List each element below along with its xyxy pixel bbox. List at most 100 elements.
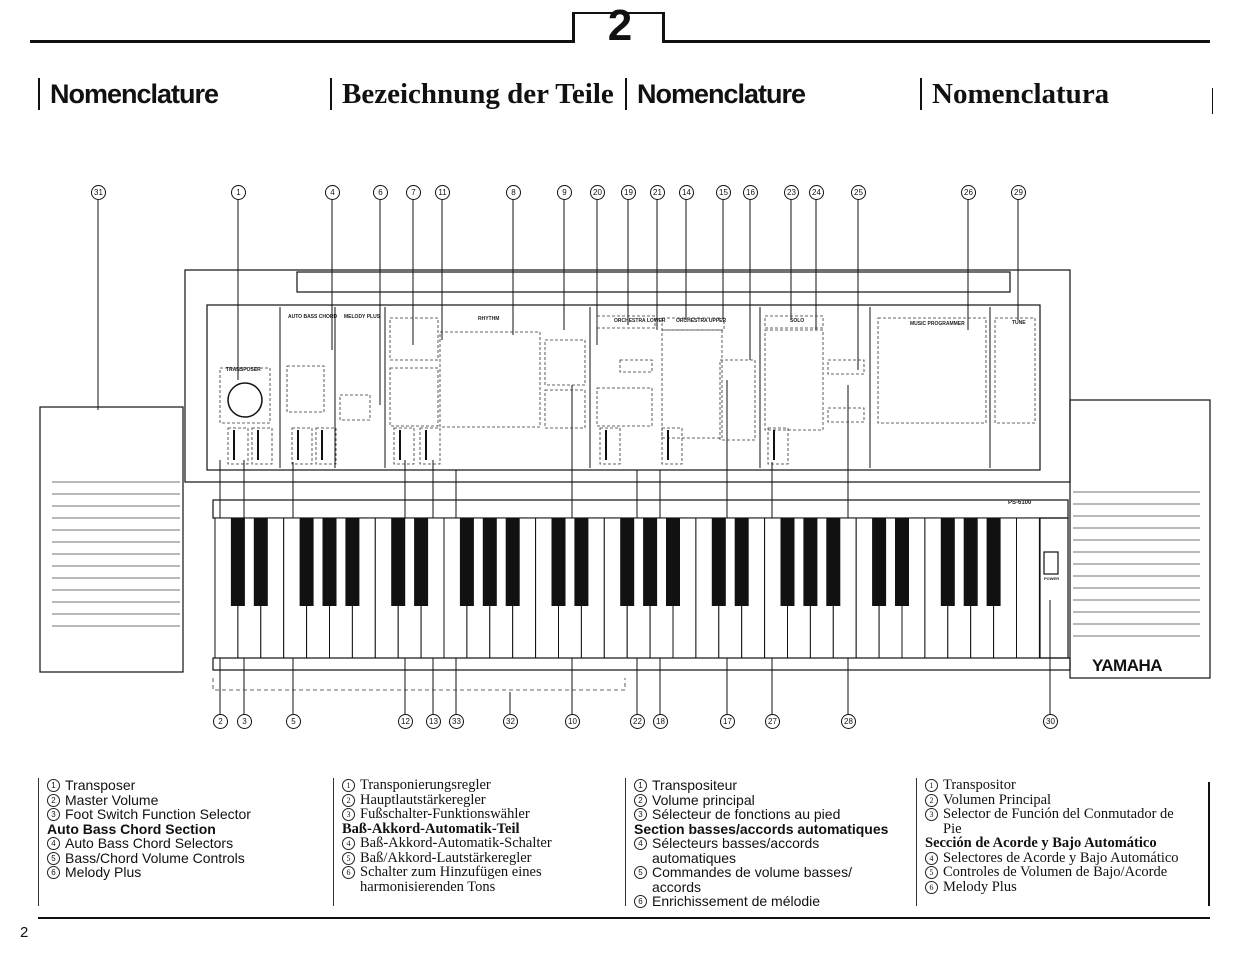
column-spanish: 1 Transpositor 2 Volumen Principal 3 Selector… [916,778,1210,906]
item-label: Selector de Función del Conmutador de Pi… [943,806,1174,837]
callout-number: 28 [841,714,856,729]
slider-control [227,427,249,465]
legend-item: 6 Enrichissement de mélodie [634,894,914,909]
legend-item: 1 Transpositeur [634,778,914,793]
manual-page: 2 Nomenclature Bezeichnung der Teile Nom… [0,0,1255,954]
label-auto-bass-chord: AUTO BASS CHORD [288,314,338,320]
callout-number: 1 [231,185,246,200]
legend-item: 6 Melody Plus [47,865,327,880]
item-label: Sélecteur de fonctions au pied [652,806,841,822]
button-group [596,387,653,427]
black-key [322,518,337,606]
callout-number: 30 [1043,714,1058,729]
slider-control [393,427,415,465]
callout-number: 15 [716,185,731,200]
item-label: Transposer [65,777,136,793]
button-group [994,317,1036,424]
black-key [505,518,520,606]
item-label: Transponierungsregler [360,777,491,793]
keyboard-diagram [39,199,1211,714]
label-orchestra-lower: ORCHESTRA LOWER [614,318,666,324]
item-number-badge: 1 [634,779,647,792]
item-number-badge: 5 [925,866,938,879]
callout-number: 5 [286,714,301,729]
item-number-badge: 5 [342,851,355,865]
button-group [827,407,865,423]
callout-number: 26 [961,185,976,200]
callout-number: 18 [653,714,668,729]
slider-control [599,427,621,465]
item-label: Selectores de Acorde y Bajo Automático [943,849,1179,866]
legend-item: 4 Baß-Akkord-Automatik-Schalter [342,836,622,851]
callout-number: 31 [91,185,106,200]
item-number-badge: 4 [47,837,60,850]
item-number-badge: 6 [47,866,60,879]
black-key [482,518,497,606]
button-group [286,365,325,413]
callout-number: 19 [621,185,636,200]
black-key [551,518,566,606]
item-label: Foot Switch Function Selector [65,806,251,822]
callout-number: 23 [784,185,799,200]
callout-number: 12 [398,714,413,729]
item-number-badge: 6 [634,895,647,908]
button-group [439,331,541,428]
item-number-badge: 4 [634,837,647,850]
left-speaker [39,406,184,673]
button-group [764,329,824,431]
black-key [940,518,955,606]
item-number-badge: 1 [47,779,60,792]
callout-number: 16 [743,185,758,200]
item-number-badge: 2 [634,793,647,807]
item-label: Sélecteurs basses/accords automatiques [652,835,820,866]
callout-number: 4 [325,185,340,200]
label-orchestra-upper: ORCHESTRA UPPER [676,318,727,324]
callout-number: 25 [851,185,866,200]
item-number-badge: 3 [342,808,355,821]
item-label: Melody Plus [65,864,142,880]
button-group [661,329,723,439]
legend-item: 5 Bass/Chord Volume Controls [47,849,327,866]
legend-item: 3 Foot Switch Function Selector [47,807,327,822]
legend-item: 3 Fußschalter-Funktionswähler [342,807,622,822]
item-number-badge: 5 [634,866,647,879]
footer-rule [38,917,1210,919]
label-rhythm: RHYTHM [478,316,500,322]
label-music-programmer: MUSIC PROGRAMMER [910,321,965,327]
item-label: Auto Bass Chord Selectors [65,835,234,851]
button-group [219,367,271,424]
column-end-bar [1208,782,1210,906]
callout-number: 20 [590,185,605,200]
callout-number: 13 [426,714,441,729]
item-number-badge: 6 [342,866,355,879]
callout-number: 21 [650,185,665,200]
button-group [544,339,586,386]
black-key [734,518,749,606]
button-group [619,359,653,373]
black-key [826,518,841,606]
black-key [872,518,887,606]
item-label: Baß/Akkord-Lautstärkeregler [360,849,532,866]
section-heading: Auto Bass Chord Section [47,820,216,837]
slider-control [661,427,683,465]
button-group [719,359,756,441]
legend-item: 5 Baß/Akkord-Lautstärkeregler [342,849,622,866]
legend-item: 1 Transponierungsregler [342,778,622,793]
item-number-badge: 6 [925,880,938,894]
legend-item: 2 Volumen Principal [925,792,1210,808]
item-number-badge: 3 [47,808,60,821]
section-heading: Baß-Akkord-Automatik-Teil [342,820,520,837]
item-label: Enrichissement de mélodie [652,893,821,909]
black-key [803,518,818,606]
callout-number: 17 [720,714,735,729]
slider-control [315,427,337,465]
item-label: Bass/Chord Volume Controls [65,849,245,866]
button-group [389,367,439,427]
black-key [253,518,268,606]
slider-control [767,427,789,465]
item-number-badge: 4 [925,851,938,865]
item-number-badge: 5 [47,851,60,865]
slider-control [291,427,313,465]
item-label: Volume principal [652,791,755,808]
callout-number: 10 [565,714,580,729]
